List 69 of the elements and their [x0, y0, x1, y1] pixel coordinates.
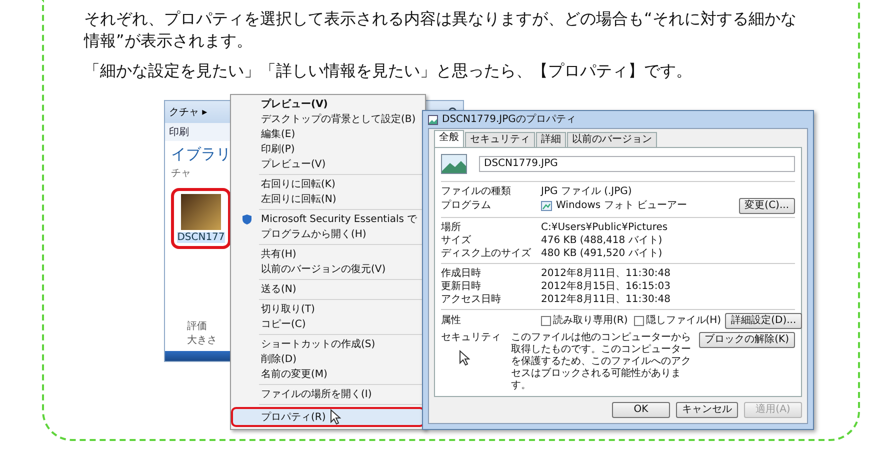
menu-item[interactable]: コピー(C): [231, 317, 425, 332]
tab[interactable]: セキュリティ: [465, 132, 535, 147]
menu-item[interactable]: デスクトップの背景として設定(B): [231, 112, 425, 127]
details-label: 大きさ: [187, 334, 217, 347]
menu-item[interactable]: 右回りに回転(K): [231, 177, 425, 192]
property-label: ディスク上のサイズ: [441, 248, 532, 260]
property-label: アクセス日時: [441, 294, 502, 306]
property-label: セキュリティ: [441, 332, 502, 344]
property-label: 更新日時: [441, 280, 482, 292]
menu-item[interactable]: 名前の変更(M): [231, 367, 425, 382]
photo-viewer-icon: [541, 201, 552, 211]
toolbar-button[interactable]: 印刷: [169, 125, 189, 139]
menu-item[interactable]: 切り取り(T): [231, 302, 425, 317]
property-value: C:¥Users¥Public¥Pictures: [541, 222, 669, 234]
property-value: 476 KB (488,418 バイト): [541, 234, 664, 246]
body-text: 「細かな設定を見たい」「詳しい情報を見たい」と思ったら、【プロパティ】です。: [84, 60, 693, 82]
mouse-pointer-icon: [330, 409, 341, 425]
checkbox[interactable]: [634, 316, 644, 326]
menu-item[interactable]: ファイルの場所を開く(I): [231, 387, 425, 402]
property-label: サイズ: [441, 234, 472, 246]
file-name-field[interactable]: DSCN1779.JPG: [479, 156, 795, 172]
property-label: プログラム: [441, 200, 492, 212]
tab[interactable]: 詳細: [536, 132, 566, 147]
property-value: JPG ファイル (.JPG): [541, 186, 633, 198]
menu-item[interactable]: プロパティ(R): [231, 407, 425, 427]
property-value: 2012年8月15日、16:15:03: [541, 280, 672, 292]
property-value: 480 KB (491,520 バイト): [541, 248, 664, 260]
menu-item[interactable]: プログラムから開く(H): [231, 227, 425, 242]
menu-item[interactable]: プレビュー(V): [231, 157, 425, 172]
details-label: 評価: [187, 320, 207, 333]
checkbox-label: 隠しファイル(H): [646, 315, 722, 327]
menu-item[interactable]: 送る(N): [231, 282, 425, 297]
menu-item[interactable]: 以前のバージョンの復元(V): [231, 262, 425, 277]
property-label: ファイルの種類: [441, 186, 512, 198]
checkbox[interactable]: [541, 316, 551, 326]
file-name[interactable]: DSCN177: [177, 232, 225, 243]
menu-item[interactable]: 左回りに回転(N): [231, 192, 425, 207]
property-label: 属性: [441, 315, 462, 327]
breadcrumb[interactable]: クチャ ▸: [169, 105, 208, 119]
property-value: 2012年8月11日、11:30:48: [541, 268, 672, 280]
unblock-button[interactable]: ブロックの解除(K): [698, 332, 795, 348]
checkbox-label: 読み取り専用(R): [553, 315, 628, 327]
menu-item[interactable]: 印刷(P): [231, 142, 425, 157]
body-text: それぞれ、プロパティを選択して表示される内容は異なりますが、どの場合も“それに対する細かな情報”が表示されます。: [84, 8, 798, 52]
advanced-button[interactable]: 詳細設定(D)...: [725, 313, 802, 329]
dialog-button[interactable]: OK: [612, 402, 670, 418]
dialog-button[interactable]: キャンセル: [676, 402, 738, 418]
menu-item[interactable]: プレビュー(V): [231, 97, 425, 112]
tab[interactable]: 全般: [434, 130, 464, 147]
library-heading: イブラリ: [171, 145, 231, 164]
library-subheading: チャ: [171, 167, 191, 180]
image-file-icon: [428, 114, 438, 124]
property-label: 作成日時: [441, 268, 482, 280]
image-file-icon: [441, 154, 467, 174]
menu-item[interactable]: 削除(D): [231, 352, 425, 367]
property-value: Windows フォト ビューアー: [556, 200, 687, 212]
tab[interactable]: 以前のバージョン: [567, 132, 657, 147]
menu-item[interactable]: 編集(E): [231, 127, 425, 142]
property-label: 場所: [441, 222, 462, 234]
shield-icon: [242, 214, 252, 225]
photo-placeholder: [181, 194, 221, 230]
menu-item[interactable]: Microsoft Security Essentials で: [231, 212, 425, 227]
mouse-pointer-icon: [459, 350, 470, 366]
window-title: DSCN1779.JPGのプロパティ: [442, 114, 576, 126]
security-message: このファイルは他のコンピューターから取得したものです。このコンピューターを保護するため、このファイルへのアクセスはブロックされる可能性があります。: [511, 332, 692, 392]
change-button[interactable]: 変更(C)...: [738, 198, 795, 214]
property-value: 2012年8月11日、11:30:48: [541, 294, 672, 306]
menu-item[interactable]: ショートカットの作成(S): [231, 337, 425, 352]
menu-item[interactable]: 共有(H): [231, 247, 425, 262]
